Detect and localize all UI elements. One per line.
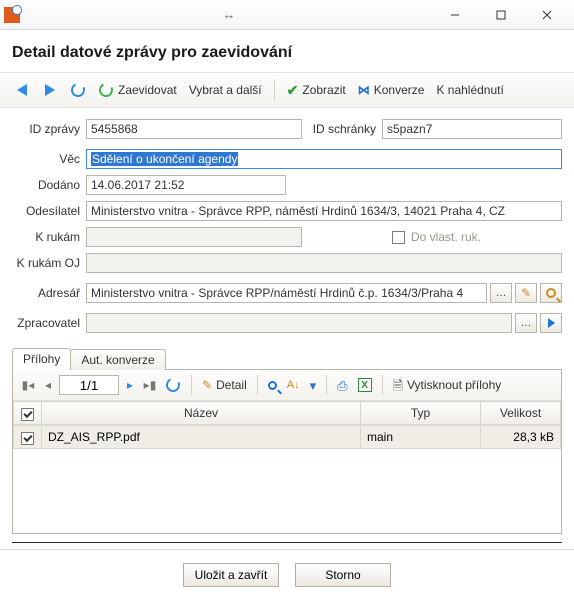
zpracovatel-browse-button[interactable]: … [515,313,537,333]
label-adresar: Adresář [12,286,86,300]
chain-icon: ⋈ [358,83,370,97]
summary-divider [12,542,562,543]
att-excel-button[interactable]: X [354,376,376,394]
cancel-button[interactable]: Storno [295,563,391,587]
att-detail-label: Detail [216,378,247,392]
pin-icon[interactable]: ↔ [223,8,236,21]
print-attachments-icon: 🗎 [393,379,403,392]
header-typ[interactable]: Typ [361,402,481,425]
row-checkbox[interactable] [21,432,34,445]
k-rukam-input[interactable] [86,227,302,247]
vybrat-button[interactable]: Vybrat a další [185,81,266,99]
play-icon [548,318,555,328]
check-green-icon: ✔ [287,82,299,99]
page-indicator[interactable] [59,375,119,395]
cell-nazev: DZ_AIS_RPP.pdf [42,426,361,449]
do-vlast-ruk-checkbox[interactable] [392,231,405,244]
header-nazev[interactable]: Název [42,402,361,425]
refresh-button[interactable] [66,80,90,100]
titlebar: ↔ [0,0,574,30]
attachments-toolbar: ▮◂ ◂ ▸ ▸▮ ✎ Detail A↓ ▾ ⎙ X 🗎 Vytisknout… [13,370,561,401]
vybrat-label: Vybrat a další [189,83,262,97]
odesilatel-input[interactable] [86,201,562,221]
magnifier-icon [546,288,556,298]
zaevidovat-label: Zaevidovat [118,83,177,97]
nahlednuti-button[interactable]: K nahlédnutí [432,81,507,99]
page-title: Detail datové zprávy pro zaevidování [0,30,574,72]
zpracovatel-input[interactable] [86,313,512,333]
vec-input[interactable]: Sdělení o ukončení agendy [86,149,562,169]
table-row[interactable]: DZ_AIS_RPP.pdf main 28,3 kB [14,426,561,449]
att-print-label: Vytisknout přílohy [407,378,501,392]
konverze-button[interactable]: ⋈ Konverze [354,81,429,99]
zpracovatel-go-button[interactable] [540,313,562,333]
att-filter-button[interactable]: ▾ [306,377,321,394]
label-vec: Věc [12,152,86,166]
att-refresh-button[interactable] [161,375,185,395]
vec-value: Sdělení o ukončení agendy [91,152,238,166]
header-velikost[interactable]: Velikost [481,402,561,425]
page-last-button[interactable]: ▸▮ [141,376,159,394]
footer: Uložit a zavřít Storno [0,550,574,600]
adresar-edit-button[interactable]: ✎ [515,283,537,303]
tab-aut-konverze[interactable]: Aut. konverze [70,349,165,370]
cell-velikost: 28,3 kB [481,426,561,449]
magnifier-blue-icon [268,381,277,390]
id-schranky-input[interactable] [382,119,562,139]
adresar-search-button[interactable] [540,283,562,303]
excel-icon: X [358,378,372,392]
sort-icon: A↓ [287,379,300,391]
label-k-rukam-oj: K rukám OJ [12,256,86,270]
id-zpravy-input[interactable] [86,119,302,139]
zobrazit-button[interactable]: ✔ Zobrazit [283,80,350,101]
minimize-button[interactable] [432,0,478,30]
page-first-button[interactable]: ▮◂ [19,376,37,394]
app-icon [4,7,20,23]
attachments-panel: ▮◂ ◂ ▸ ▸▮ ✎ Detail A↓ ▾ ⎙ X 🗎 Vytisknout… [12,370,562,534]
cell-typ: main [361,426,481,449]
att-sort-button[interactable]: A↓ [283,377,304,393]
konverze-label: Konverze [374,83,425,97]
k-rukam-oj-input[interactable] [86,253,562,273]
zobrazit-label: Zobrazit [302,83,345,97]
label-k-rukam: K rukám [12,230,86,244]
attachments-table: Název Typ Velikost [13,401,561,425]
label-odesilatel: Odesílatel [12,204,86,218]
header-check[interactable] [14,402,42,425]
adresar-browse-button[interactable]: … [490,283,512,303]
att-print-all-button[interactable]: 🗎 Vytisknout přílohy [389,376,506,394]
save-close-button[interactable]: Uložit a zavřít [183,563,279,587]
att-detail-button[interactable]: ✎ Detail [198,376,251,394]
label-dodano: Dodáno [12,178,86,192]
pencil-icon: ✎ [202,378,212,392]
adresar-input[interactable] [86,283,487,303]
funnel-icon: ▾ [310,379,317,392]
att-print-icon-button[interactable]: ⎙ [333,377,351,394]
nahlednuti-label: K nahlédnutí [436,83,503,97]
page-prev-button[interactable]: ◂ [39,376,57,394]
dodano-input[interactable] [86,175,286,195]
label-id-schranky: ID schránky [302,122,382,136]
form-area: ID zprávy ID schránky Věc Sdělení o ukon… [0,108,574,342]
zaevidovat-button[interactable]: Zaevidovat [94,80,181,100]
maximize-button[interactable] [478,0,524,30]
tab-prilohy[interactable]: Přílohy [12,348,71,370]
label-zpracovatel: Zpracovatel [12,316,86,330]
main-toolbar: Zaevidovat Vybrat a další ✔ Zobrazit ⋈ K… [0,72,574,108]
nav-next-button[interactable] [38,80,62,100]
label-id-zpravy: ID zprávy [12,122,86,136]
nav-prev-button[interactable] [10,80,34,100]
att-search-button[interactable] [264,379,281,392]
tabs: Přílohy Aut. konverze [12,348,562,370]
label-do-vlast-ruk: Do vlast. ruk. [411,230,481,244]
printer-icon: ⎙ [337,379,347,392]
pencil-icon: ✎ [521,286,531,300]
page-next-button[interactable]: ▸ [121,376,139,394]
close-button[interactable] [524,0,570,30]
